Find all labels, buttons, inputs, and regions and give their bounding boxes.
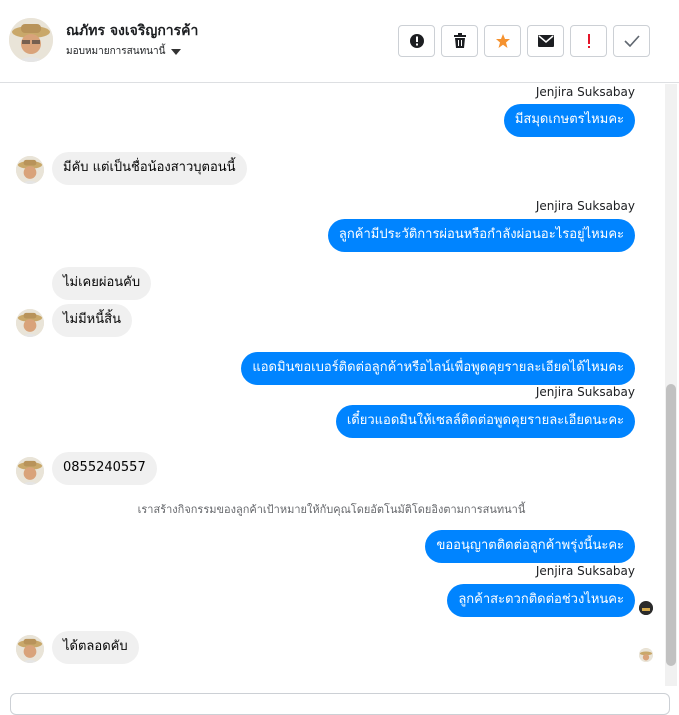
- star-button[interactable]: [484, 25, 521, 57]
- contact-avatar-read-receipt: [639, 648, 653, 662]
- done-button[interactable]: [613, 25, 650, 57]
- contact-avatar-small: [16, 156, 44, 184]
- checkmark-icon: [623, 35, 640, 47]
- contact-name: ณภัทร จงเจริญการค้า: [66, 23, 199, 39]
- outgoing-message[interactable]: ลูกค้ามีประวัติการผ่อนหรือกำลังผ่อนอะไรอ…: [327, 219, 635, 252]
- outgoing-message[interactable]: แอดมินขอเบอร์ติดต่อลูกค้าหรือไลน์เพื่อพู…: [241, 352, 635, 385]
- incoming-message[interactable]: ได้ตลอดคับ: [52, 631, 139, 664]
- outgoing-message[interactable]: ลูกค้าสะดวกติดต่อช่วงไหนคะ: [447, 584, 635, 617]
- incoming-message[interactable]: ไม่มีหนี้สิ้น: [52, 304, 132, 337]
- assign-conversation-dropdown[interactable]: มอบหมายการสนทนานี้: [66, 44, 182, 59]
- outgoing-message[interactable]: มีสมุดเกษตรไหมคะ: [503, 104, 635, 137]
- sender-name: Jenjira Suksabay: [535, 85, 635, 99]
- sender-name: Jenjira Suksabay: [535, 385, 635, 399]
- header-actions: [398, 25, 650, 57]
- outgoing-message[interactable]: ขออนุญาตติดต่อลูกค้าพรุ่งนี้นะคะ: [425, 530, 635, 563]
- incoming-message[interactable]: มีคับ แต่เป็นชื่อน้องสาวบุตอนนี้: [52, 152, 247, 185]
- contact-avatar-small: [16, 635, 44, 663]
- exclamation-icon: [587, 34, 590, 48]
- message-composer[interactable]: [10, 693, 670, 715]
- system-notice: เราสร้างกิจกรรมของลูกค้าเป้าหมายให้กับคุ…: [137, 503, 526, 516]
- message-thread[interactable]: Jenjira Suksabay มีสมุดเกษตรไหมคะ มีคับ …: [0, 83, 663, 687]
- contact-avatar[interactable]: [9, 18, 53, 62]
- caret-down-icon: [171, 48, 182, 55]
- assign-label: มอบหมายการสนทนานี้: [66, 46, 166, 57]
- alert-button[interactable]: [398, 25, 435, 57]
- incoming-message[interactable]: ไม่เคยผ่อนคับ: [52, 267, 152, 300]
- incoming-message[interactable]: 0855240557: [52, 452, 157, 485]
- envelope-icon: [537, 35, 554, 47]
- page-avatar-read-receipt: [639, 601, 653, 615]
- contact-avatar-small: [16, 457, 44, 485]
- priority-button[interactable]: [570, 25, 607, 57]
- outgoing-message[interactable]: เดี๋ยวแอดมินให้เซลล์ติดต่อพูดคุยรายละเอี…: [335, 405, 635, 438]
- trash-icon: [453, 33, 466, 48]
- thread-scrollbar[interactable]: [665, 84, 677, 686]
- conversation-header: ณภัทร จงเจริญการค้า มอบหมายการสนทนานี้: [0, 0, 679, 83]
- scrollbar-thumb[interactable]: [666, 384, 676, 666]
- delete-button[interactable]: [441, 25, 478, 57]
- mark-unread-button[interactable]: [527, 25, 564, 57]
- sender-name: Jenjira Suksabay: [535, 564, 635, 578]
- contact-avatar-small: [16, 309, 44, 337]
- star-icon: [495, 34, 510, 48]
- sender-name: Jenjira Suksabay: [535, 199, 635, 213]
- exclamation-circle-icon: [409, 34, 424, 48]
